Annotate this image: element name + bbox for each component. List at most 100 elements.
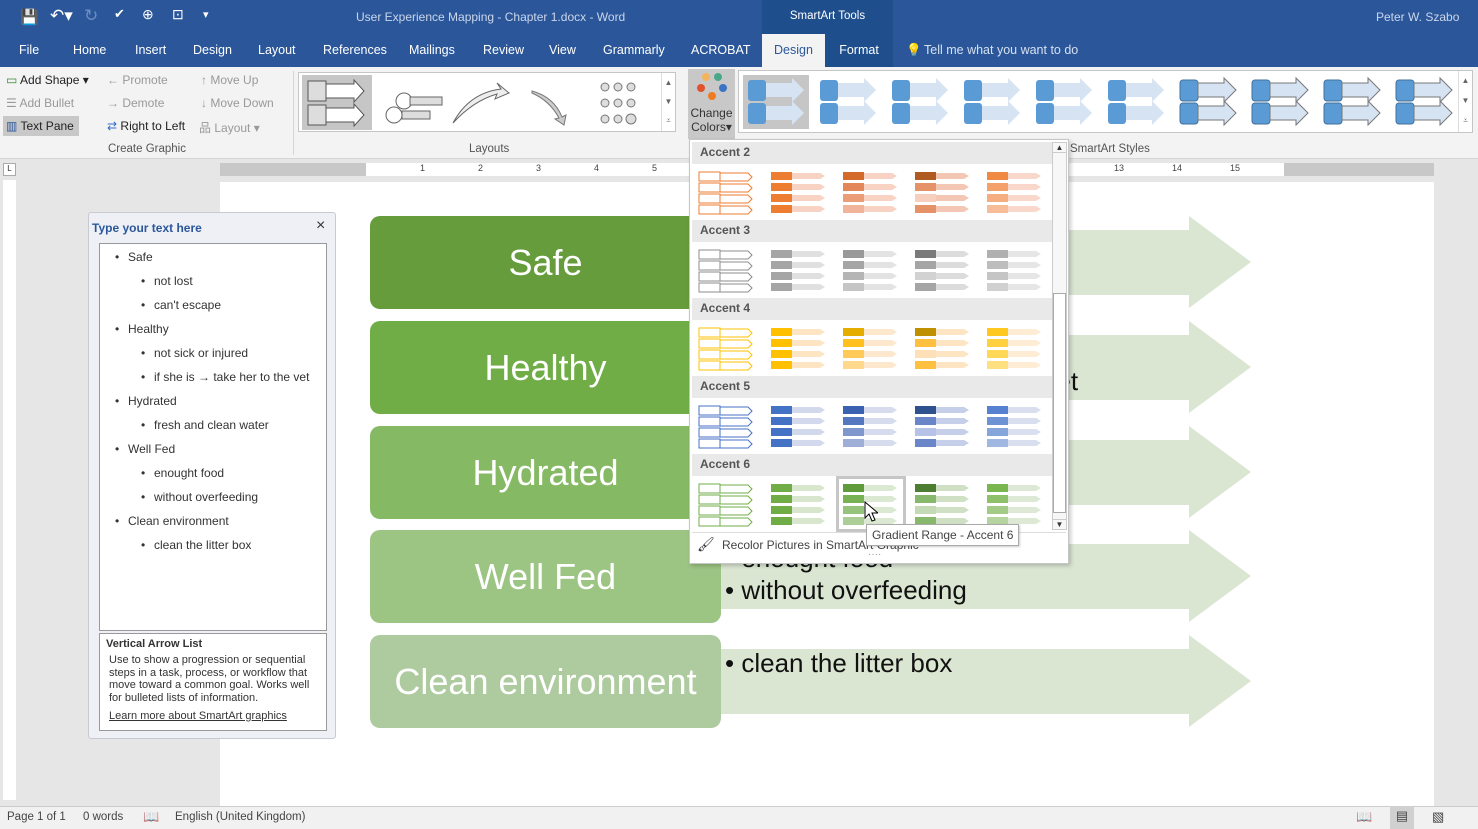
- text-pane-item[interactable]: Hydrated: [115, 394, 177, 408]
- save-icon[interactable]: 💾: [20, 8, 39, 26]
- spelling-icon[interactable]: ✔: [114, 6, 125, 22]
- color-option[interactable]: [914, 482, 972, 526]
- language[interactable]: English (United Kingdom): [175, 811, 305, 823]
- web-layout-view-icon[interactable]: ▧: [1432, 809, 1444, 825]
- color-option[interactable]: [770, 326, 828, 370]
- right-to-left-button[interactable]: ⇄ Right to Left: [107, 119, 185, 133]
- smartart-shape[interactable]: Safe: [370, 216, 721, 309]
- layout-circle-list[interactable]: [384, 79, 444, 130]
- color-option[interactable]: [770, 404, 828, 448]
- smartart-style-option[interactable]: [1031, 75, 1097, 129]
- layout-vertical-arrow-list[interactable]: [302, 75, 372, 130]
- layout-curved-arrow[interactable]: [449, 79, 511, 130]
- layout-circle-process[interactable]: [597, 79, 637, 130]
- text-pane-item[interactable]: not lost: [141, 274, 193, 288]
- smartart-style-option[interactable]: [1175, 75, 1241, 129]
- color-option[interactable]: [842, 170, 900, 214]
- undo-icon[interactable]: ↶▾: [50, 6, 73, 26]
- add-shape-button[interactable]: ▭ Add Shape ▾: [6, 73, 89, 87]
- tab-smartart-design[interactable]: Design: [762, 34, 825, 67]
- read-mode-view-icon[interactable]: 📖: [1356, 809, 1372, 825]
- text-pane-item[interactable]: Well Fed: [115, 442, 175, 456]
- text-pane-item[interactable]: can't escape: [141, 298, 221, 312]
- proofing-icon[interactable]: 📖: [143, 809, 159, 825]
- color-option[interactable]: [986, 170, 1044, 214]
- color-option[interactable]: [914, 248, 972, 292]
- smartart-shape[interactable]: Hydrated: [370, 426, 721, 519]
- text-pane-item[interactable]: enought food: [141, 466, 224, 480]
- promote-button[interactable]: ← Promote: [107, 73, 168, 87]
- tell-me-input[interactable]: Tell me what you want to do: [924, 43, 1078, 57]
- smartart-style-option[interactable]: [1103, 75, 1169, 129]
- color-option[interactable]: [698, 326, 756, 371]
- customize-qat-icon[interactable]: ▾: [203, 8, 209, 21]
- text-pane-item[interactable]: Clean environment: [115, 514, 229, 528]
- close-icon[interactable]: ×: [316, 217, 325, 235]
- color-option[interactable]: [698, 404, 756, 449]
- styles-gallery-scroll[interactable]: ▲ ▼ ⩡: [1458, 71, 1472, 132]
- color-option[interactable]: [842, 326, 900, 370]
- tab-home[interactable]: Home: [73, 43, 106, 57]
- color-option[interactable]: [914, 170, 972, 214]
- color-option[interactable]: [698, 170, 756, 215]
- tab-selector[interactable]: L: [3, 163, 16, 176]
- tab-review[interactable]: Review: [483, 43, 524, 57]
- learn-more-link[interactable]: Learn more about SmartArt graphics: [106, 710, 320, 723]
- tab-grammarly[interactable]: Grammarly: [603, 43, 665, 57]
- smartart-style-option[interactable]: [815, 75, 881, 129]
- color-option[interactable]: [842, 404, 900, 448]
- smartart-style-option[interactable]: [887, 75, 953, 129]
- smartart-shape[interactable]: Healthy: [370, 321, 721, 414]
- redo-icon[interactable]: ↻: [84, 6, 98, 26]
- translate-icon[interactable]: ⊕: [142, 6, 154, 23]
- color-option[interactable]: [770, 482, 828, 526]
- tab-design[interactable]: Design: [193, 43, 232, 57]
- tab-view[interactable]: View: [549, 43, 576, 57]
- tab-insert[interactable]: Insert: [135, 43, 166, 57]
- smartart-arrow[interactable]: • clean the litter box: [721, 635, 1251, 728]
- text-pane-item[interactable]: if she is → take her to the vet: [141, 370, 309, 384]
- text-pane-item[interactable]: Healthy: [115, 322, 169, 336]
- dropdown-scrollbar[interactable]: ▲ ▼: [1052, 142, 1067, 530]
- text-pane-item[interactable]: Safe: [115, 250, 153, 264]
- smartart-style-option[interactable]: [959, 75, 1025, 129]
- color-option[interactable]: [770, 170, 828, 214]
- tab-layout[interactable]: Layout: [258, 43, 296, 57]
- text-pane-item[interactable]: fresh and clean water: [141, 418, 269, 432]
- text-pane-item[interactable]: not sick or injured: [141, 346, 248, 360]
- smartart-style-option[interactable]: [1391, 75, 1457, 129]
- smartart-shape[interactable]: Clean environment: [370, 635, 721, 728]
- smartart-style-option[interactable]: [1319, 75, 1385, 129]
- add-bullet-button[interactable]: ☰ Add Bullet: [6, 96, 74, 110]
- color-option[interactable]: [986, 482, 1044, 526]
- page-count[interactable]: Page 1 of 1: [7, 811, 66, 823]
- tab-mailings[interactable]: Mailings: [409, 43, 455, 57]
- color-option[interactable]: [986, 326, 1044, 370]
- scroll-down-icon[interactable]: ▼: [1053, 519, 1066, 529]
- tab-references[interactable]: References: [323, 43, 387, 57]
- tab-file[interactable]: File: [19, 43, 39, 57]
- user-name[interactable]: Peter W. Szabo: [1376, 10, 1459, 24]
- text-pane-item[interactable]: without overfeeding: [141, 490, 258, 504]
- smartart-style-option[interactable]: [1247, 75, 1313, 129]
- scroll-up-icon[interactable]: ▲: [1053, 143, 1066, 153]
- color-option[interactable]: [914, 326, 972, 370]
- tab-acrobat[interactable]: ACROBAT: [691, 43, 751, 57]
- word-count[interactable]: 0 words: [83, 811, 123, 823]
- move-down-button[interactable]: ↓ Move Down: [201, 96, 274, 110]
- arrow-text[interactable]: • clean the litter box: [725, 647, 952, 679]
- color-option[interactable]: [986, 248, 1044, 292]
- tab-smartart-format[interactable]: Format: [825, 34, 893, 67]
- layout-button[interactable]: 品 Layout ▾: [199, 119, 260, 136]
- smartart-style-option[interactable]: [743, 75, 809, 129]
- text-pane-list[interactable]: Safe not lost can't escape Healthy not sick …: [99, 243, 327, 631]
- scrollbar-thumb[interactable]: [1053, 293, 1066, 513]
- read-mode-icon[interactable]: ⊡: [172, 6, 184, 23]
- text-pane-item[interactable]: clean the litter box: [141, 538, 251, 552]
- color-option[interactable]: [698, 248, 756, 293]
- print-layout-view-icon[interactable]: ▤: [1390, 806, 1414, 829]
- layouts-gallery-scroll[interactable]: ▲ ▼ ⩡: [661, 73, 675, 131]
- color-option[interactable]: [698, 482, 756, 527]
- demote-button[interactable]: → Demote: [107, 96, 164, 110]
- vertical-ruler[interactable]: [3, 180, 16, 800]
